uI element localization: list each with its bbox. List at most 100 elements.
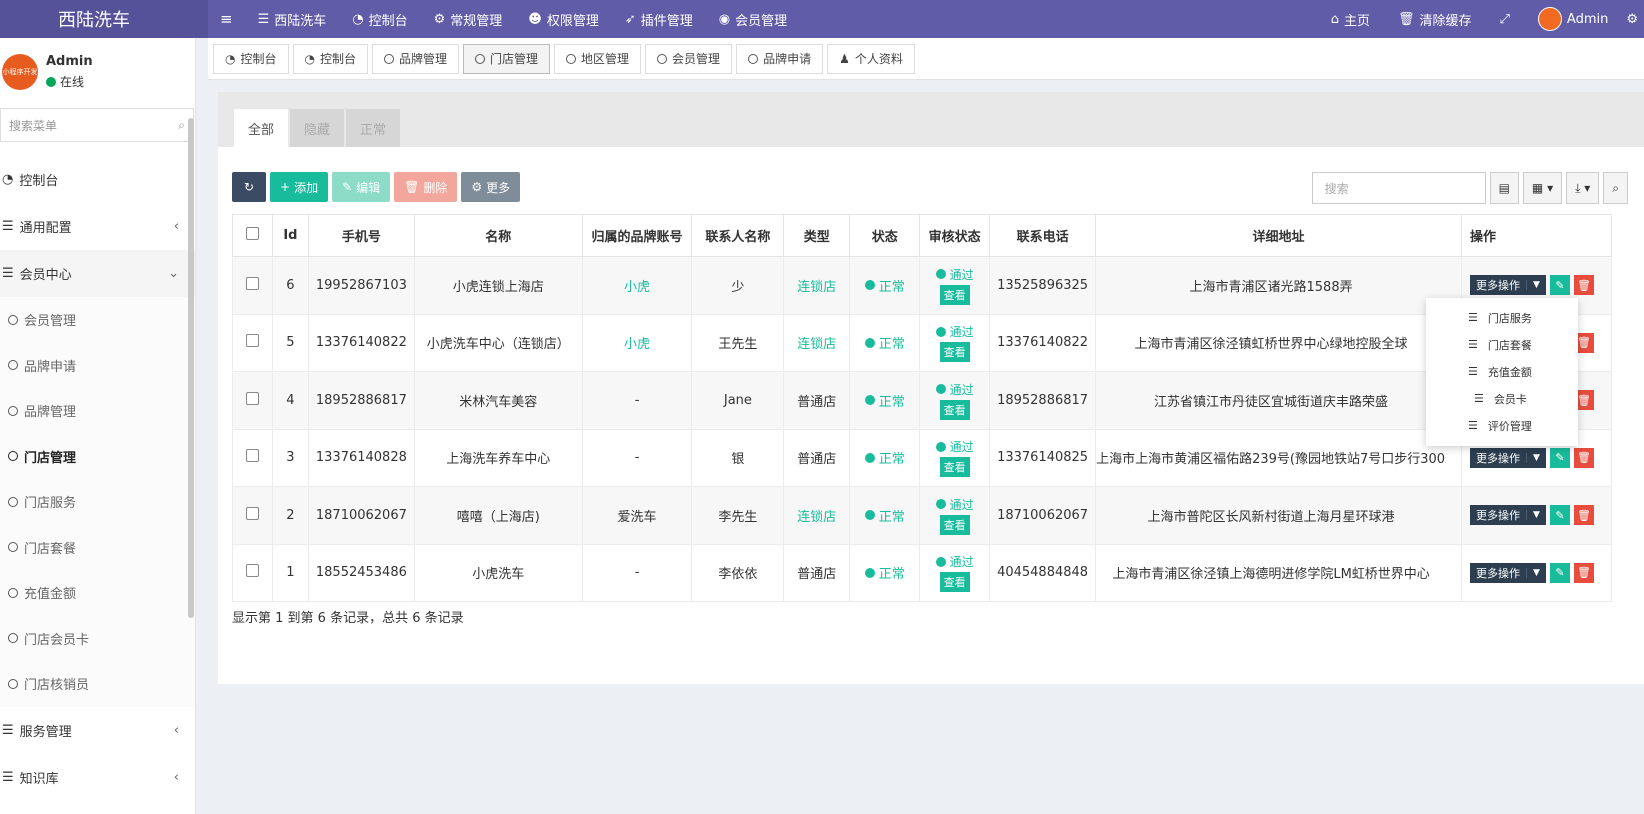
col-brand[interactable]: 归属的品牌账号 bbox=[581, 214, 693, 257]
more-ops-button[interactable]: 更多操作 ▼ bbox=[1470, 447, 1546, 468]
sidebar-item-member-manage[interactable]: 会员管理 bbox=[0, 297, 195, 343]
col-name[interactable]: 名称 bbox=[413, 214, 583, 257]
export-button[interactable]: ⤓ ▾ bbox=[1566, 172, 1600, 204]
home-button[interactable]: ⌂ 主页 bbox=[1317, 0, 1384, 38]
toggle-view-button[interactable]: ▤ bbox=[1489, 172, 1519, 204]
sidebar-item-dashboard[interactable]: ◔ 控制台 bbox=[0, 156, 195, 203]
topnav-item-auth[interactable]: ☻ 权限管理 bbox=[515, 0, 612, 38]
cell-brand[interactable]: 小虎 bbox=[581, 313, 693, 372]
topnav-item-general[interactable]: ⚙ 常规管理 bbox=[421, 0, 516, 38]
cell-type[interactable]: 连锁店 bbox=[783, 313, 851, 372]
col-type[interactable]: 类型 bbox=[783, 214, 851, 257]
tab-dashboard[interactable]: ◔ 控制台 bbox=[213, 43, 289, 74]
sidebar-item-brand-manage[interactable]: 品牌管理 bbox=[0, 388, 195, 434]
view-button[interactable]: 查看 bbox=[939, 457, 970, 478]
cell-type[interactable]: 连锁店 bbox=[783, 486, 851, 545]
sidebar-item-service-manage[interactable]: ☰ 服务管理 ‹ bbox=[0, 707, 195, 754]
refresh-button[interactable]: ↻ bbox=[232, 172, 266, 202]
add-button[interactable]: + 添加 bbox=[270, 172, 329, 202]
view-button[interactable]: 查看 bbox=[939, 514, 970, 535]
status-dot-icon bbox=[935, 384, 946, 395]
delete-row-button[interactable]: 🗑 bbox=[1573, 562, 1594, 583]
more-ops-button[interactable]: 更多操作 ▼ bbox=[1470, 505, 1546, 526]
delete-row-button[interactable]: 🗑 bbox=[1573, 275, 1594, 296]
tab-brand-manage[interactable]: 品牌管理 bbox=[372, 43, 460, 74]
tab-area-manage[interactable]: 地区管理 bbox=[554, 43, 642, 74]
fullscreen-button[interactable]: ⤢ bbox=[1486, 0, 1524, 38]
edit-row-button[interactable]: ✎ bbox=[1549, 505, 1570, 526]
grid-icon: ▦ ▾ bbox=[1531, 181, 1554, 195]
more-ops-button[interactable]: 更多操作 ▼ bbox=[1470, 275, 1546, 296]
sidebar-item-knowledge[interactable]: ☰ 知识库 ‹ bbox=[0, 754, 195, 801]
sidebar-item-store-manage[interactable]: 门店管理 bbox=[0, 434, 195, 480]
settings-button[interactable]: ⚙ bbox=[1622, 0, 1644, 38]
search-button[interactable]: ⌕ bbox=[1603, 172, 1628, 204]
cell-type[interactable]: 连锁店 bbox=[783, 256, 851, 315]
topnav-item-dashboard[interactable]: ◔ 控制台 bbox=[339, 0, 420, 38]
view-button[interactable]: 查看 bbox=[939, 342, 970, 363]
row-checkbox[interactable] bbox=[245, 334, 259, 348]
clear-cache-button[interactable]: 🗑 清除缓存 bbox=[1384, 0, 1486, 38]
search-menu-input[interactable]: 搜索菜单 ⌕ bbox=[0, 108, 194, 142]
cell-brand[interactable]: 小虎 bbox=[581, 256, 693, 315]
view-button[interactable]: 查看 bbox=[939, 572, 970, 593]
edit-row-button[interactable]: ✎ bbox=[1549, 275, 1570, 296]
sidebar-item-store-service[interactable]: 门店服务 bbox=[0, 479, 195, 525]
dropdown-item-review[interactable]: ☰ 评价管理 bbox=[1426, 412, 1578, 439]
sidebar-item-brand-apply[interactable]: 品牌申请 bbox=[0, 343, 195, 389]
sidebar-toggle-button[interactable]: ≡ bbox=[208, 0, 245, 38]
select-all-cell[interactable] bbox=[232, 214, 273, 257]
avatar-text: 小程序开发 bbox=[2, 68, 38, 76]
row-checkbox[interactable] bbox=[245, 391, 259, 405]
sidebar-scrollbar[interactable] bbox=[188, 118, 194, 618]
row-checkbox[interactable] bbox=[245, 564, 259, 578]
tab-store-manage[interactable]: 门店管理 bbox=[463, 43, 551, 74]
view-button[interactable]: 查看 bbox=[939, 284, 970, 305]
sidebar-item-member-center[interactable]: ☰ 会员中心 ⌄ bbox=[0, 250, 195, 297]
dropdown-item-member-card[interactable]: ☰ 会员卡 bbox=[1426, 385, 1578, 412]
status-dot-icon bbox=[864, 337, 875, 348]
row-checkbox[interactable] bbox=[245, 506, 259, 520]
table-search-input[interactable]: 搜索 bbox=[1311, 172, 1486, 204]
dropdown-item-store-package[interactable]: ☰ 门店套餐 bbox=[1426, 331, 1578, 358]
sidebar-item-recharge[interactable]: 充值金额 bbox=[0, 570, 195, 616]
filter-tab-normal[interactable]: 正常 bbox=[346, 109, 401, 147]
dropdown-item-store-service[interactable]: ☰ 门店服务 bbox=[1426, 304, 1578, 331]
tab-profile[interactable]: ♟ 个人资料 bbox=[827, 43, 915, 74]
edit-row-button[interactable]: ✎ bbox=[1549, 447, 1570, 468]
col-status[interactable]: 状态 bbox=[849, 214, 921, 257]
topnav-item-addon[interactable]: ➶ 插件管理 bbox=[612, 0, 706, 38]
edit-row-button[interactable]: ✎ bbox=[1549, 562, 1570, 583]
col-phone[interactable]: 手机号 bbox=[307, 214, 415, 257]
filter-tab-hidden[interactable]: 隐藏 bbox=[290, 109, 345, 147]
delete-button[interactable]: 🗑 删除 bbox=[394, 172, 458, 202]
col-contact[interactable]: 联系人名称 bbox=[691, 214, 785, 257]
more-button[interactable]: ⚙ 更多 bbox=[461, 172, 521, 202]
tab-dashboard-2[interactable]: ◔ 控制台 bbox=[292, 43, 368, 74]
col-address[interactable]: 详细地址 bbox=[1095, 214, 1463, 257]
columns-button[interactable]: ▦ ▾ bbox=[1522, 172, 1563, 204]
sidebar-item-member-card[interactable]: 门店会员卡 bbox=[0, 616, 195, 662]
sidebar-item-general-config[interactable]: ☰ 通用配置 ‹ bbox=[0, 203, 195, 250]
row-checkbox[interactable] bbox=[245, 276, 259, 290]
user-menu[interactable]: Admin bbox=[1524, 0, 1622, 38]
filter-tab-all[interactable]: 全部 bbox=[234, 109, 289, 147]
view-button[interactable]: 查看 bbox=[939, 399, 970, 420]
tab-member-manage[interactable]: 会员管理 bbox=[645, 43, 733, 74]
sidebar-item-store-package[interactable]: 门店套餐 bbox=[0, 525, 195, 571]
more-ops-button[interactable]: 更多操作 ▼ bbox=[1470, 562, 1546, 583]
topnav-item-member[interactable]: ◉ 会员管理 bbox=[706, 0, 800, 38]
tab-brand-apply[interactable]: 品牌申请 bbox=[736, 43, 824, 74]
select-all-checkbox[interactable] bbox=[245, 227, 259, 240]
topnav-item-xilu[interactable]: ☰ 西陆洗车 bbox=[245, 0, 340, 38]
col-audit[interactable]: 审核状态 bbox=[919, 214, 991, 257]
col-tel[interactable]: 联系电话 bbox=[989, 214, 1097, 257]
delete-row-button[interactable]: 🗑 bbox=[1573, 505, 1594, 526]
edit-button[interactable]: ✎ 编辑 bbox=[332, 172, 391, 202]
sidebar-item-verifier[interactable]: 门店核销员 bbox=[0, 661, 195, 707]
col-id[interactable]: Id bbox=[271, 214, 309, 257]
delete-row-button[interactable]: 🗑 bbox=[1573, 447, 1594, 468]
app-logo[interactable]: 西陆洗车 bbox=[0, 0, 208, 38]
row-checkbox[interactable] bbox=[245, 449, 259, 463]
dropdown-item-recharge[interactable]: ☰ 充值金额 bbox=[1426, 358, 1578, 385]
